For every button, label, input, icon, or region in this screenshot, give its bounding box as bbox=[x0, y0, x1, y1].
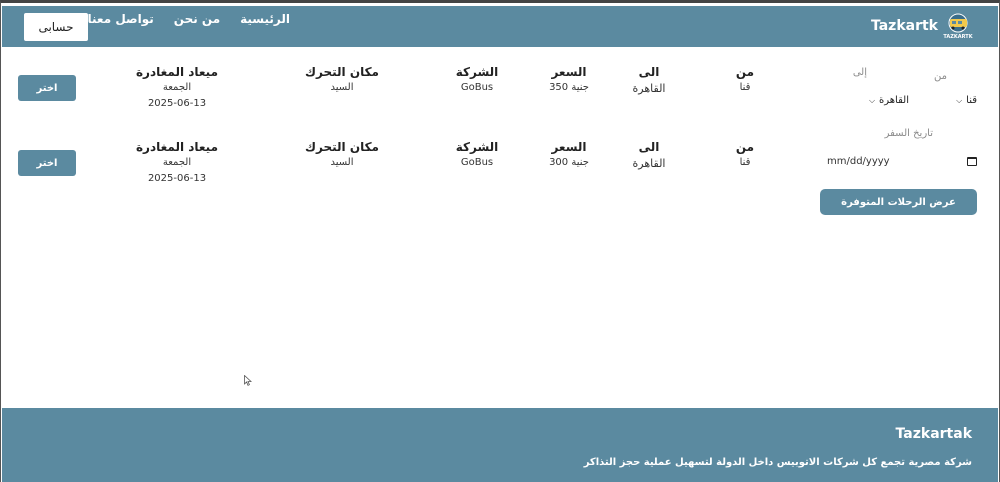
trip-from-value: قنا bbox=[739, 82, 751, 93]
trip-departure-time: ميعاد المغادرة الجمعة 2025-06-13 bbox=[127, 140, 227, 184]
trip-from-value: قنا bbox=[739, 157, 751, 168]
trip-from-header: من bbox=[735, 140, 755, 154]
trip-departure-place: مكان التحرك السيد bbox=[297, 65, 387, 93]
trip-to-value: القاهرة bbox=[632, 157, 666, 170]
trip-row: من قنا الى القاهرة السعر جنية 350 الشركة… bbox=[17, 65, 787, 115]
date-label: تاريخ السفر bbox=[884, 128, 933, 139]
date-placeholder: mm/dd/yyyy bbox=[827, 155, 890, 167]
show-trips-button[interactable]: عرض الرحلات المتوفرة bbox=[820, 189, 977, 215]
to-label: إلى bbox=[852, 67, 867, 78]
trip-place-header: مكان التحرك bbox=[305, 140, 379, 154]
from-label: من bbox=[934, 71, 947, 82]
logo-text: TAZKARTK bbox=[943, 34, 973, 40]
travel-date-input[interactable]: mm/dd/yyyy bbox=[827, 153, 977, 169]
from-select-value: قنا bbox=[966, 95, 977, 106]
trip-from: من قنا bbox=[725, 65, 765, 93]
trip-price: السعر جنية 350 bbox=[539, 65, 599, 93]
calendar-icon[interactable] bbox=[967, 156, 977, 166]
trip-company-value: GoBus bbox=[460, 157, 494, 168]
to-select[interactable]: ⌵ القاهرة bbox=[869, 95, 909, 106]
trip-company-header: الشركة bbox=[455, 140, 499, 154]
trip-to-header: الى bbox=[638, 140, 660, 154]
trip-depart-date: 2025-06-13 bbox=[147, 173, 207, 184]
trip-price-header: السعر bbox=[551, 65, 587, 79]
trip-price-header: السعر bbox=[551, 140, 587, 154]
nav-about[interactable]: من نحن bbox=[164, 12, 230, 26]
trip-from: من قنا bbox=[725, 140, 765, 168]
trip-depart-date: 2025-06-13 bbox=[147, 98, 207, 109]
trip-place-value: السيد bbox=[330, 157, 354, 168]
trip-company-value: GoBus bbox=[460, 82, 494, 93]
trip-to: الى القاهرة bbox=[619, 140, 679, 170]
brand-name: Tazkartk bbox=[870, 18, 938, 34]
mouse-cursor-icon bbox=[244, 375, 252, 386]
trip-to-value: القاهرة bbox=[632, 82, 666, 95]
chevron-down-icon: ⌵ bbox=[956, 95, 963, 105]
trip-place-header: مكان التحرك bbox=[305, 65, 379, 79]
choose-trip-button[interactable]: اختر bbox=[18, 75, 76, 101]
trip-departure-place: مكان التحرك السيد bbox=[297, 140, 387, 168]
app-frame: Tazkartk TAZKARTK الرئيسية من نحن تواصل … bbox=[0, 0, 1000, 482]
from-select[interactable]: ⌵ قنا bbox=[956, 95, 977, 106]
trip-place-value: السيد bbox=[330, 82, 354, 93]
chevron-down-icon: ⌵ bbox=[868, 95, 876, 105]
trip-price-value: جنية 350 bbox=[549, 82, 589, 93]
trip-price-value: جنية 300 bbox=[549, 157, 589, 168]
trip-depart-header: ميعاد المغادرة bbox=[135, 65, 219, 79]
nav-contact[interactable]: تواصل معنا bbox=[78, 12, 164, 26]
trip-depart-day: الجمعة bbox=[162, 157, 192, 168]
trip-departure-time: ميعاد المغادرة الجمعة 2025-06-13 bbox=[127, 65, 227, 109]
trip-company-header: الشركة bbox=[455, 65, 499, 79]
trip-to: الى القاهرة bbox=[619, 65, 679, 95]
trip-depart-day: الجمعة bbox=[162, 82, 192, 93]
trip-to-header: الى bbox=[638, 65, 660, 79]
trip-company: الشركة GoBus bbox=[447, 140, 507, 168]
trip-price: السعر جنية 300 bbox=[539, 140, 599, 168]
footer-description: شركة مصرية تجمع كل شركات الاتوبيس داخل ا… bbox=[583, 457, 972, 468]
trip-from-header: من bbox=[735, 65, 755, 79]
account-button[interactable]: حسابى bbox=[24, 13, 88, 41]
navbar: Tazkartk TAZKARTK الرئيسية من نحن تواصل … bbox=[2, 6, 998, 47]
nav-home[interactable]: الرئيسية bbox=[230, 12, 290, 26]
bus-logo-icon: TAZKARTK bbox=[942, 12, 974, 40]
footer-title: Tazkartak bbox=[895, 426, 972, 442]
nav-links: الرئيسية من نحن تواصل معنا bbox=[78, 12, 290, 26]
trip-row: من قنا الى القاهرة السعر جنية 300 الشركة… bbox=[17, 140, 787, 190]
choose-trip-button[interactable]: اختر bbox=[18, 150, 76, 176]
footer: Tazkartak شركة مصرية تجمع كل شركات الاتو… bbox=[2, 408, 998, 482]
trip-company: الشركة GoBus bbox=[447, 65, 507, 93]
to-select-value: القاهرة bbox=[879, 95, 909, 106]
trip-depart-header: ميعاد المغادرة bbox=[135, 140, 219, 154]
brand[interactable]: Tazkartk TAZKARTK bbox=[871, 12, 974, 40]
